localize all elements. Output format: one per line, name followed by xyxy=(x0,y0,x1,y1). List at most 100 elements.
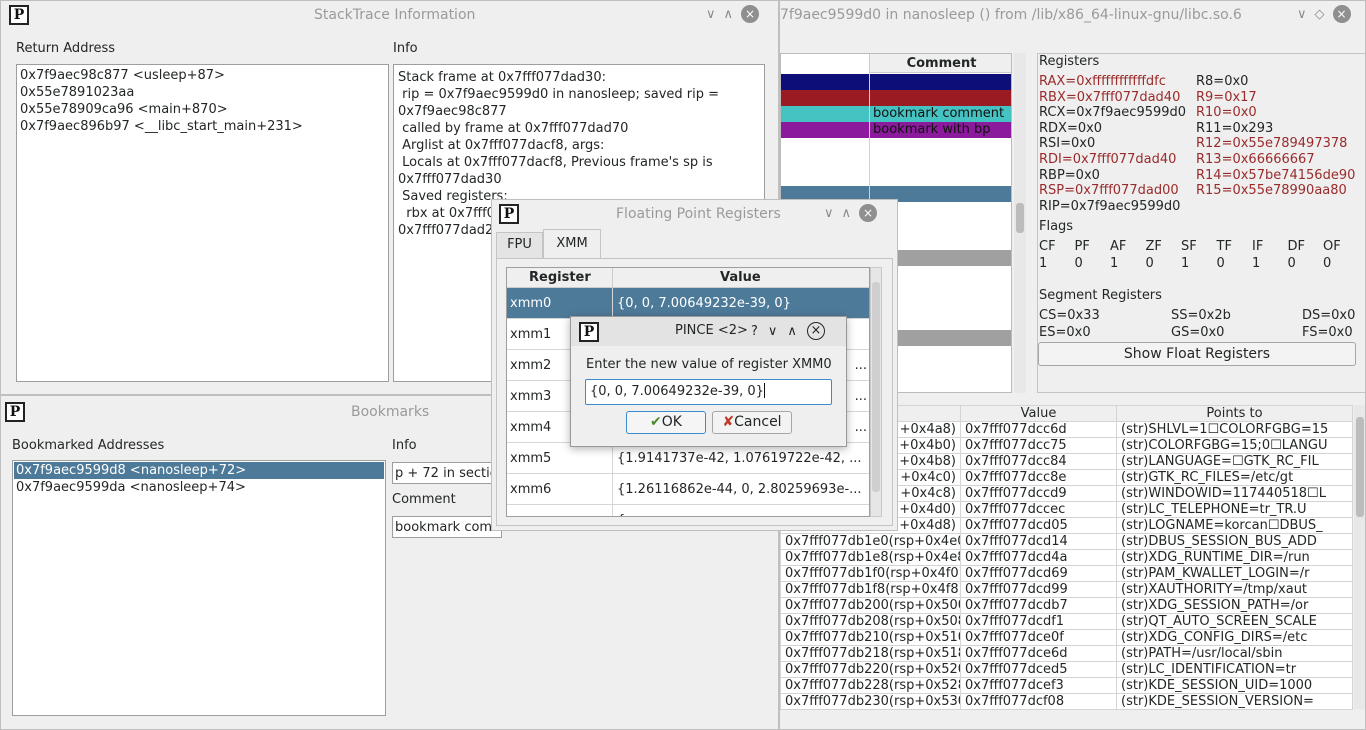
table-row[interactable]: 0x7fff077db228(rsp+0x528) 0x7fff077dcef3(… xyxy=(780,677,1353,694)
stack-points-to-cell: (str)KDE_SESSION_UID=1000 xyxy=(1116,677,1353,694)
register-r12[interactable]: R12=0x55e789497378 xyxy=(1196,136,1355,152)
register-r8[interactable]: R8=0x0 xyxy=(1196,74,1355,90)
xmm-value-cell: {0, 0, 7.00649232e-39, 0} xyxy=(617,296,791,311)
value-column-header[interactable]: Value xyxy=(720,270,761,285)
flag-value[interactable]: 0 xyxy=(1146,256,1182,271)
list-item-selected[interactable]: 0x7f9aec9599d8 <nanosleep+72> xyxy=(14,462,384,479)
segment-ss[interactable]: SS=0x2b xyxy=(1171,308,1231,323)
list-item[interactable]: 0x7f9aec9599da <nanosleep+74> xyxy=(14,479,384,496)
register-rsi[interactable]: RSI=0x0 xyxy=(1039,136,1186,152)
table-row[interactable]: 0x7fff077db1e8(rsp+0x4e8) 0x7fff077dcd4a(… xyxy=(780,549,1353,566)
register-rip[interactable]: RIP=0x7f9aec9599d0 xyxy=(1039,199,1186,215)
stack-value-cell: 0x7fff077dcc84 xyxy=(960,453,1117,470)
table-row[interactable]: { xyxy=(507,505,869,516)
segment-fs[interactable]: FS=0x0 xyxy=(1302,325,1353,340)
restore-icon[interactable]: ◇ xyxy=(1315,7,1325,22)
return-address-list[interactable]: 0x7f9aec98c877 <usleep+87> 0x55e7891023a… xyxy=(16,64,389,382)
table-row[interactable]: 0x7fff077db1f0(rsp+0x4f0) 0x7fff077dcd69(… xyxy=(780,565,1353,582)
bookmarked-addresses-list[interactable]: 0x7f9aec9599d8 <nanosleep+72> 0x7f9aec95… xyxy=(12,460,386,716)
show-float-registers-button[interactable]: Show Float Registers xyxy=(1038,342,1356,366)
ok-button[interactable]: ✔OK xyxy=(626,411,706,434)
register-r13[interactable]: R13=0x66666667 xyxy=(1196,152,1355,168)
table-row[interactable]: 0x7fff077db1f8(rsp+0x4f8) 0x7fff077dcd99(… xyxy=(780,581,1353,598)
table-row[interactable]: 0x7fff077db200(rsp+0x500) 0x7fff077dcdb7(… xyxy=(780,597,1353,614)
table-row[interactable]: 0x7fff077db230(rsp+0x530) 0x7fff077dcf08(… xyxy=(780,693,1353,710)
comment-cell: bookmark comment xyxy=(873,106,1005,121)
close-icon[interactable]: × xyxy=(741,5,760,23)
maximize-icon[interactable]: ∧ xyxy=(787,324,797,339)
bookmark-info-field[interactable]: p + 72 in sectio xyxy=(392,462,502,484)
register-rdx[interactable]: RDX=0x0 xyxy=(1039,121,1186,137)
table-row[interactable]: 0x7fff077db218(rsp+0x518) 0x7fff077dce6d(… xyxy=(780,645,1353,662)
table-row[interactable]: 0x7fff077db1e0(rsp+0x4e0) 0x7fff077dcd14(… xyxy=(780,533,1353,550)
register-rsp[interactable]: RSP=0x7fff077dad00 xyxy=(1039,183,1186,199)
register-rbp[interactable]: RBP=0x0 xyxy=(1039,168,1186,184)
maximize-icon[interactable]: ∧ xyxy=(724,7,734,22)
list-item[interactable]: 0x55e78909ca96 <main+870> xyxy=(20,101,385,118)
register-r11[interactable]: R11=0x293 xyxy=(1196,121,1355,137)
close-icon[interactable]: × xyxy=(859,204,878,222)
register-value-input[interactable]: {0, 0, 7.00649232e-39, 0} xyxy=(585,379,832,405)
bookmark-comment-field[interactable]: bookmark com xyxy=(392,516,502,538)
table-row[interactable]: xmm0 {0, 0, 7.00649232e-39, 0} xyxy=(507,288,869,319)
minimize-icon[interactable]: ∨ xyxy=(824,206,834,221)
stack-points-to-cell: (str)WINDOWID=117440518☐L xyxy=(1116,485,1353,502)
flag-value[interactable]: 1 xyxy=(1181,256,1217,271)
tab-fpu[interactable]: FPU xyxy=(496,232,543,258)
flag-value[interactable]: 0 xyxy=(1075,256,1111,271)
register-rcx[interactable]: RCX=0x7f9aec9599d0 xyxy=(1039,105,1186,121)
register-r10[interactable]: R10=0x0 xyxy=(1196,105,1355,121)
register-r9[interactable]: R9=0x17 xyxy=(1196,90,1355,106)
table-row[interactable]: 0x7fff077db210(rsp+0x510) 0x7fff077dce0f(… xyxy=(780,629,1353,646)
close-icon[interactable]: × xyxy=(806,322,825,340)
stack-scrollbar[interactable] xyxy=(1354,405,1365,709)
segment-cs[interactable]: CS=0x33 xyxy=(1039,308,1100,323)
xmm-register-cell: xmm4 xyxy=(510,420,552,435)
close-icon[interactable]: × xyxy=(1332,5,1351,23)
register-rbx[interactable]: RBX=0x7fff077dad40 xyxy=(1039,90,1186,106)
help-icon[interactable]: ? xyxy=(751,324,758,339)
list-item[interactable]: 0x7f9aec98c877 <usleep+87> xyxy=(20,67,385,84)
list-item[interactable]: 0x7f9aec896b97 <__libc_start_main+231> xyxy=(20,118,385,135)
table-row[interactable]: xmm6 {1.26116862e-44, 0, 2.80259693e-... xyxy=(507,474,869,505)
flag-value[interactable]: 0 xyxy=(1288,256,1324,271)
stack-value-cell: 0x7fff077dcd69 xyxy=(960,565,1117,582)
segment-ds[interactable]: DS=0x0 xyxy=(1302,308,1355,323)
segment-es[interactable]: ES=0x0 xyxy=(1039,325,1091,340)
flag-value[interactable]: 1 xyxy=(1039,256,1075,271)
disasm-row[interactable] xyxy=(781,90,1011,106)
stack-points-to-cell: (str)PAM_KWALLET_LOGIN=/r xyxy=(1116,565,1353,582)
stack-points-to-cell: (str)KDE_SESSION_VERSION= xyxy=(1116,693,1353,710)
xmm-table-scrollbar[interactable] xyxy=(870,267,882,517)
flag-value[interactable]: 0 xyxy=(1217,256,1253,271)
flag-value[interactable]: 0 xyxy=(1323,256,1359,271)
flag-value[interactable]: 1 xyxy=(1252,256,1288,271)
stack-points-to-header[interactable]: Points to xyxy=(1116,405,1353,422)
register-rdi[interactable]: RDI=0x7fff077dad40 xyxy=(1039,152,1186,168)
disassembly-scrollbar[interactable] xyxy=(1014,53,1026,393)
register-r15[interactable]: R15=0x55e78990aa80 xyxy=(1196,183,1355,199)
register-rax[interactable]: RAX=0xffffffffffffdfc xyxy=(1039,74,1186,90)
table-row[interactable]: 0x7fff077db208(rsp+0x508) 0x7fff077dcdf1(… xyxy=(780,613,1353,630)
flag-value[interactable]: 1 xyxy=(1110,256,1146,271)
stack-points-to-cell: (str)LANGUAGE=☐GTK_RC_FIL xyxy=(1116,453,1353,470)
list-item[interactable]: 0x55e7891023aa xyxy=(20,84,385,101)
table-row[interactable]: 0x7fff077db220(rsp+0x520) 0x7fff077dced5(… xyxy=(780,661,1353,678)
minimize-icon[interactable]: ∨ xyxy=(768,324,778,339)
maximize-icon[interactable]: ∧ xyxy=(842,206,852,221)
stack-value-cell: 0x7fff077dcd4a xyxy=(960,549,1117,566)
table-row[interactable]: xmm5 {1.9141737e-42, 1.07619722e-42, ... xyxy=(507,443,869,474)
register-column-header[interactable]: Register xyxy=(529,270,591,285)
flag-name: PF xyxy=(1074,239,1090,254)
stack-points-to-cell: (str)LC_TELEPHONE=tr_TR.U xyxy=(1116,501,1353,518)
minimize-icon[interactable]: ∨ xyxy=(706,7,716,22)
stack-value-header[interactable]: Value xyxy=(960,405,1117,422)
minimize-icon[interactable]: ∨ xyxy=(1297,7,1307,22)
cancel-button[interactable]: ✘Cancel xyxy=(712,411,792,434)
stack-points-to-cell: (str)XDG_CONFIG_DIRS=/etc xyxy=(1116,629,1353,646)
register-r14[interactable]: R14=0x57be74156de90 xyxy=(1196,168,1355,184)
tab-xmm[interactable]: XMM xyxy=(543,229,601,259)
segment-gs[interactable]: GS=0x0 xyxy=(1171,325,1224,340)
disasm-row[interactable] xyxy=(781,74,1011,90)
stack-value-cell: 0x7fff077dcdb7 xyxy=(960,597,1117,614)
